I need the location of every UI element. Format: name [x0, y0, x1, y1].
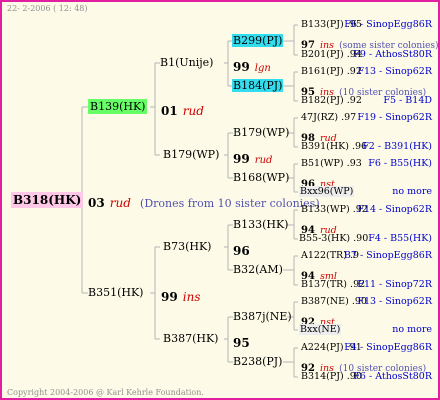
gen4-source: F6 - B55(HK)	[368, 158, 432, 169]
gen4-queen[interactable]: Bxx(NE)	[299, 324, 342, 335]
gen4-source: F6 - SinopEgg86R	[344, 19, 432, 30]
gen4-source: no more	[392, 186, 432, 197]
gen2-queen-id[interactable]: B179(WP)	[163, 148, 219, 161]
gen4-queen[interactable]: B51(WP) .93	[301, 158, 362, 169]
gen4-id: B51(WP)	[301, 158, 344, 169]
gen4-queen[interactable]: B391(HK) .96	[301, 141, 367, 152]
gen2-year-line: 99 lgn	[233, 56, 271, 75]
gen3-queen-id[interactable]: B168(WP)	[233, 171, 289, 184]
gen4-id: B161(PJ)	[301, 66, 344, 77]
gen4-source: F9 - AthosSt80R	[353, 49, 432, 60]
gen4-queen[interactable]: B182(PJ) .92	[301, 95, 362, 106]
gen2-year-line: 95	[233, 332, 250, 351]
gen4-id: B133(PJ)	[301, 19, 344, 30]
root-year: 03	[88, 196, 105, 210]
gen4-year: .97	[341, 112, 357, 123]
root-queen-id[interactable]: B318(HK)	[11, 192, 84, 208]
gen4-queen[interactable]: B55-3(HK) .90	[299, 233, 368, 244]
gen4-id: A122(TR)	[301, 250, 347, 261]
gen4-source: F6 - AthosSt80R	[353, 371, 432, 382]
gen4-year: .93	[346, 158, 362, 169]
gen4-id: B137(TR)	[301, 279, 348, 290]
gen1-year-line: 99 ins	[161, 286, 201, 305]
gen3-queen-id[interactable]: B179(WP)	[233, 126, 289, 139]
gen4-id: Bxx96(WP)	[300, 186, 354, 197]
root-year-line: 03 rud (Drones from 10 sister colonies)	[88, 192, 320, 211]
gen4-year: .92	[346, 95, 362, 106]
gen4-id: B387(NE)	[301, 296, 349, 307]
root-note: (Drones from 10 sister colonies)	[140, 197, 320, 210]
gen4-queen[interactable]: Bxx96(WP)	[299, 186, 355, 197]
gen3-queen-id[interactable]: B184(PJ)	[232, 79, 284, 92]
gen4-source: no more	[392, 324, 432, 335]
gen1-queen-id[interactable]: B351(HK)	[88, 286, 143, 299]
gen4-source: F4 - B55(HK)	[368, 233, 432, 244]
gen2-queen-id[interactable]: B73(HK)	[163, 240, 211, 253]
gen4-id: 47J(RZ)	[301, 112, 339, 123]
gen1-code: rud	[182, 104, 204, 118]
gen4-id: B391(HK)	[301, 141, 349, 152]
gen4-id: B55-3(HK)	[299, 233, 351, 244]
gen4-queen[interactable]: B161(PJ) .92	[301, 66, 362, 77]
gen2-code: rud	[254, 155, 273, 166]
gen4-source: B7 - SinopEgg86R	[343, 250, 432, 261]
gen3-queen-id[interactable]: B32(AM)	[233, 263, 283, 276]
root-code: rud	[109, 196, 131, 210]
gen1-queen-id[interactable]: B139(HK)	[88, 99, 148, 114]
gen2-year: 99	[233, 152, 250, 166]
gen1-year: 01	[161, 104, 178, 118]
gen4-id: B182(PJ)	[301, 95, 344, 106]
gen1-year-line: 01 rud	[161, 100, 204, 119]
gen3-queen-id[interactable]: B299(PJ)	[232, 34, 284, 47]
gen4-id: Bxx(NE)	[300, 324, 341, 335]
gen3-queen-id[interactable]: B238(PJ)	[233, 355, 282, 368]
gen4-id: B201(PJ)	[301, 49, 344, 60]
gen1-code: ins	[182, 290, 201, 304]
gen4-year: .90	[353, 233, 369, 244]
gen3-queen-id[interactable]: B387j(NE)	[233, 310, 292, 323]
gen4-source: F13 - Sinop62R	[357, 296, 432, 307]
gen4-source: F19 - Sinop62R	[357, 112, 432, 123]
gen3-queen-id[interactable]: B133(HK)	[233, 218, 288, 231]
gen4-source: F4 - SinopEgg86R	[344, 342, 432, 353]
gen2-year-line: 99 rud	[233, 148, 272, 167]
gen1-year: 99	[161, 290, 178, 304]
gen2-code: lgn	[254, 63, 271, 74]
gen2-year-line: 96	[233, 240, 250, 259]
gen4-id: A224(PJ)	[301, 342, 344, 353]
gen4-id: B133(WP)	[301, 204, 350, 215]
gen4-source: F11 - Sinop72R	[357, 279, 432, 290]
gen2-queen-id[interactable]: B1(Unije)	[160, 56, 213, 69]
gen2-year: 96	[233, 244, 250, 258]
copyright-footer: Copyright 2004-2006 @ Karl Kehrle Founda…	[7, 388, 204, 397]
pedigree-canvas: 22- 2-2006 ( 12: 48) B318(HK) 03 rud (Dr…	[0, 0, 440, 400]
gen2-year: 99	[233, 60, 250, 74]
gen4-source: F13 - Sinop62R	[357, 66, 432, 77]
gen4-queen[interactable]: B137(TR) .92	[301, 279, 365, 290]
gen4-id: B314(PJ)	[301, 371, 344, 382]
gen4-source: F14 - Sinop62R	[357, 204, 432, 215]
gen2-queen-id[interactable]: B387(HK)	[163, 332, 218, 345]
gen2-year: 95	[233, 336, 250, 350]
date-header: 22- 2-2006 ( 12: 48)	[7, 4, 88, 13]
gen4-source: F5 - B14D	[383, 95, 432, 106]
gen4-queen[interactable]: 47J(RZ) .97	[301, 112, 356, 123]
gen4-source: F2 - B391(HK)	[362, 141, 432, 152]
